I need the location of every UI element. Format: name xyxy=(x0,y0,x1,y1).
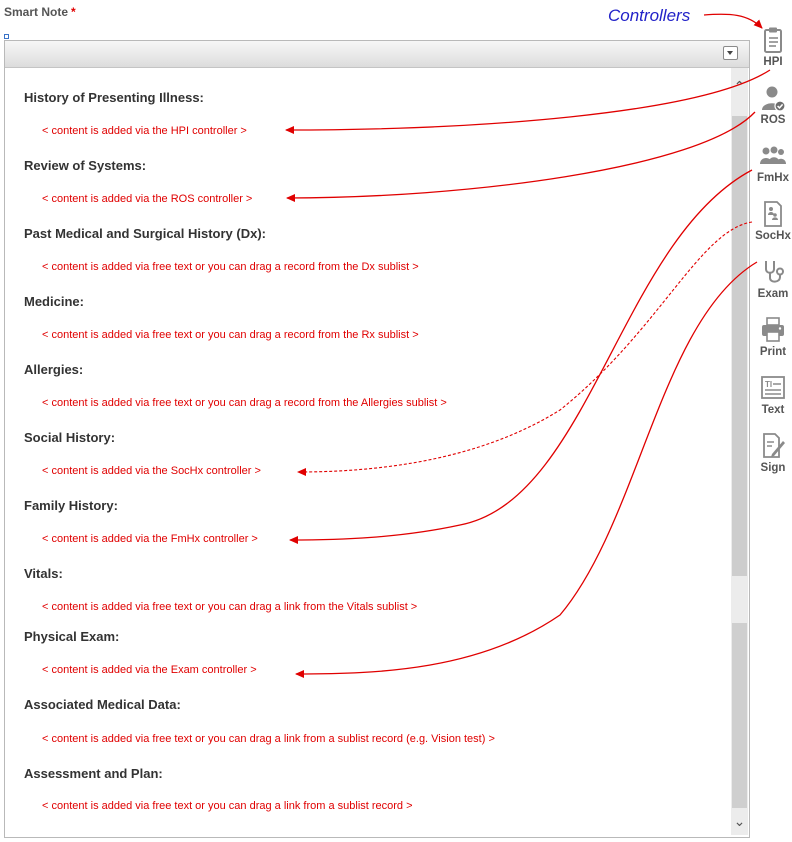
social-doc-icon xyxy=(764,201,782,227)
controller-sign[interactable]: Sign xyxy=(752,432,792,474)
section-heading-vitals: Vitals: xyxy=(24,566,63,581)
controller-hpi[interactable]: HPI xyxy=(752,26,792,68)
controller-ros-label: ROS xyxy=(760,114,786,126)
section-content-social-history[interactable]: < content is added via the SocHx control… xyxy=(42,465,261,477)
section-content-family-history[interactable]: < content is added via the FmHx controll… xyxy=(42,533,258,545)
printer-icon xyxy=(762,317,784,342)
scroll-up-icon[interactable]: ⌃ xyxy=(731,76,748,96)
stethoscope-icon xyxy=(765,261,784,283)
controller-fmhx[interactable]: FmHx xyxy=(752,142,792,184)
text-icon: TI xyxy=(761,376,785,399)
editor-scrollbar[interactable]: ⌃ ⌄ xyxy=(731,68,748,835)
controller-hpi-label: HPI xyxy=(763,56,783,68)
family-icon xyxy=(760,146,786,164)
controllers-annotation: Controllers xyxy=(608,6,691,25)
scrollbar-track[interactable] xyxy=(732,623,747,808)
section-heading-social-history: Social History: xyxy=(24,430,116,445)
controller-sochx[interactable]: SocHx xyxy=(752,200,792,242)
section-content-allergies[interactable]: < content is added via free text or you … xyxy=(42,397,447,409)
section-heading-family-history: Family History: xyxy=(24,498,118,513)
controller-text-label: Text xyxy=(761,404,785,416)
controller-print[interactable]: Print xyxy=(752,316,792,358)
controller-text[interactable]: TI Text xyxy=(752,374,792,416)
controller-sign-label: Sign xyxy=(760,462,786,474)
controller-exam[interactable]: Exam xyxy=(752,258,792,300)
smart-note-label-text: Smart Note xyxy=(4,5,69,19)
required-marker: * xyxy=(71,5,76,19)
controller-sochx-label: SocHx xyxy=(755,230,791,242)
controller-fmhx-label: FmHx xyxy=(757,172,789,184)
section-content-vitals[interactable]: < content is added via free text or you … xyxy=(42,601,417,613)
controller-exam-label: Exam xyxy=(757,288,789,300)
section-content-ros[interactable]: < content is added via the ROS controlle… xyxy=(42,193,252,205)
section-heading-assessment-plan: Assessment and Plan: xyxy=(24,766,163,781)
smart-note-label: Smart Note * xyxy=(4,5,76,19)
scroll-down-icon[interactable]: ⌄ xyxy=(731,811,748,831)
doctor-check-icon xyxy=(762,86,786,112)
section-content-assessment-plan[interactable]: < content is added via free text or you … xyxy=(42,800,413,812)
section-content-hpi[interactable]: < content is added via the HPI controlle… xyxy=(42,125,247,137)
section-heading-hpi: History of Presenting Illness: xyxy=(24,90,204,105)
resize-handle[interactable] xyxy=(4,34,9,39)
section-heading-pmsh: Past Medical and Surgical History (Dx): xyxy=(24,226,267,241)
section-content-medicine[interactable]: < content is added via free text or you … xyxy=(42,329,419,341)
clipboard-icon xyxy=(764,27,782,53)
section-heading-physical-exam: Physical Exam: xyxy=(24,629,120,644)
scrollbar-thumb[interactable] xyxy=(732,116,747,576)
svg-text:TI: TI xyxy=(765,380,772,389)
controller-ros[interactable]: ROS xyxy=(752,84,792,126)
editor-toolbar xyxy=(5,41,749,68)
section-heading-ros: Review of Systems: xyxy=(24,158,147,173)
toolbar-dropdown-button[interactable] xyxy=(723,46,738,60)
section-content-physical-exam[interactable]: < content is added via the Exam controll… xyxy=(42,664,257,676)
section-content-associated-data[interactable]: < content is added via free text or you … xyxy=(42,733,495,745)
section-content-pmsh[interactable]: < content is added via free text or you … xyxy=(42,261,419,273)
controller-print-label: Print xyxy=(759,346,787,358)
section-heading-associated-data: Associated Medical Data: xyxy=(24,697,181,712)
sign-pen-icon xyxy=(763,433,785,458)
section-heading-medicine: Medicine: xyxy=(24,294,84,309)
section-heading-allergies: Allergies: xyxy=(24,362,84,377)
